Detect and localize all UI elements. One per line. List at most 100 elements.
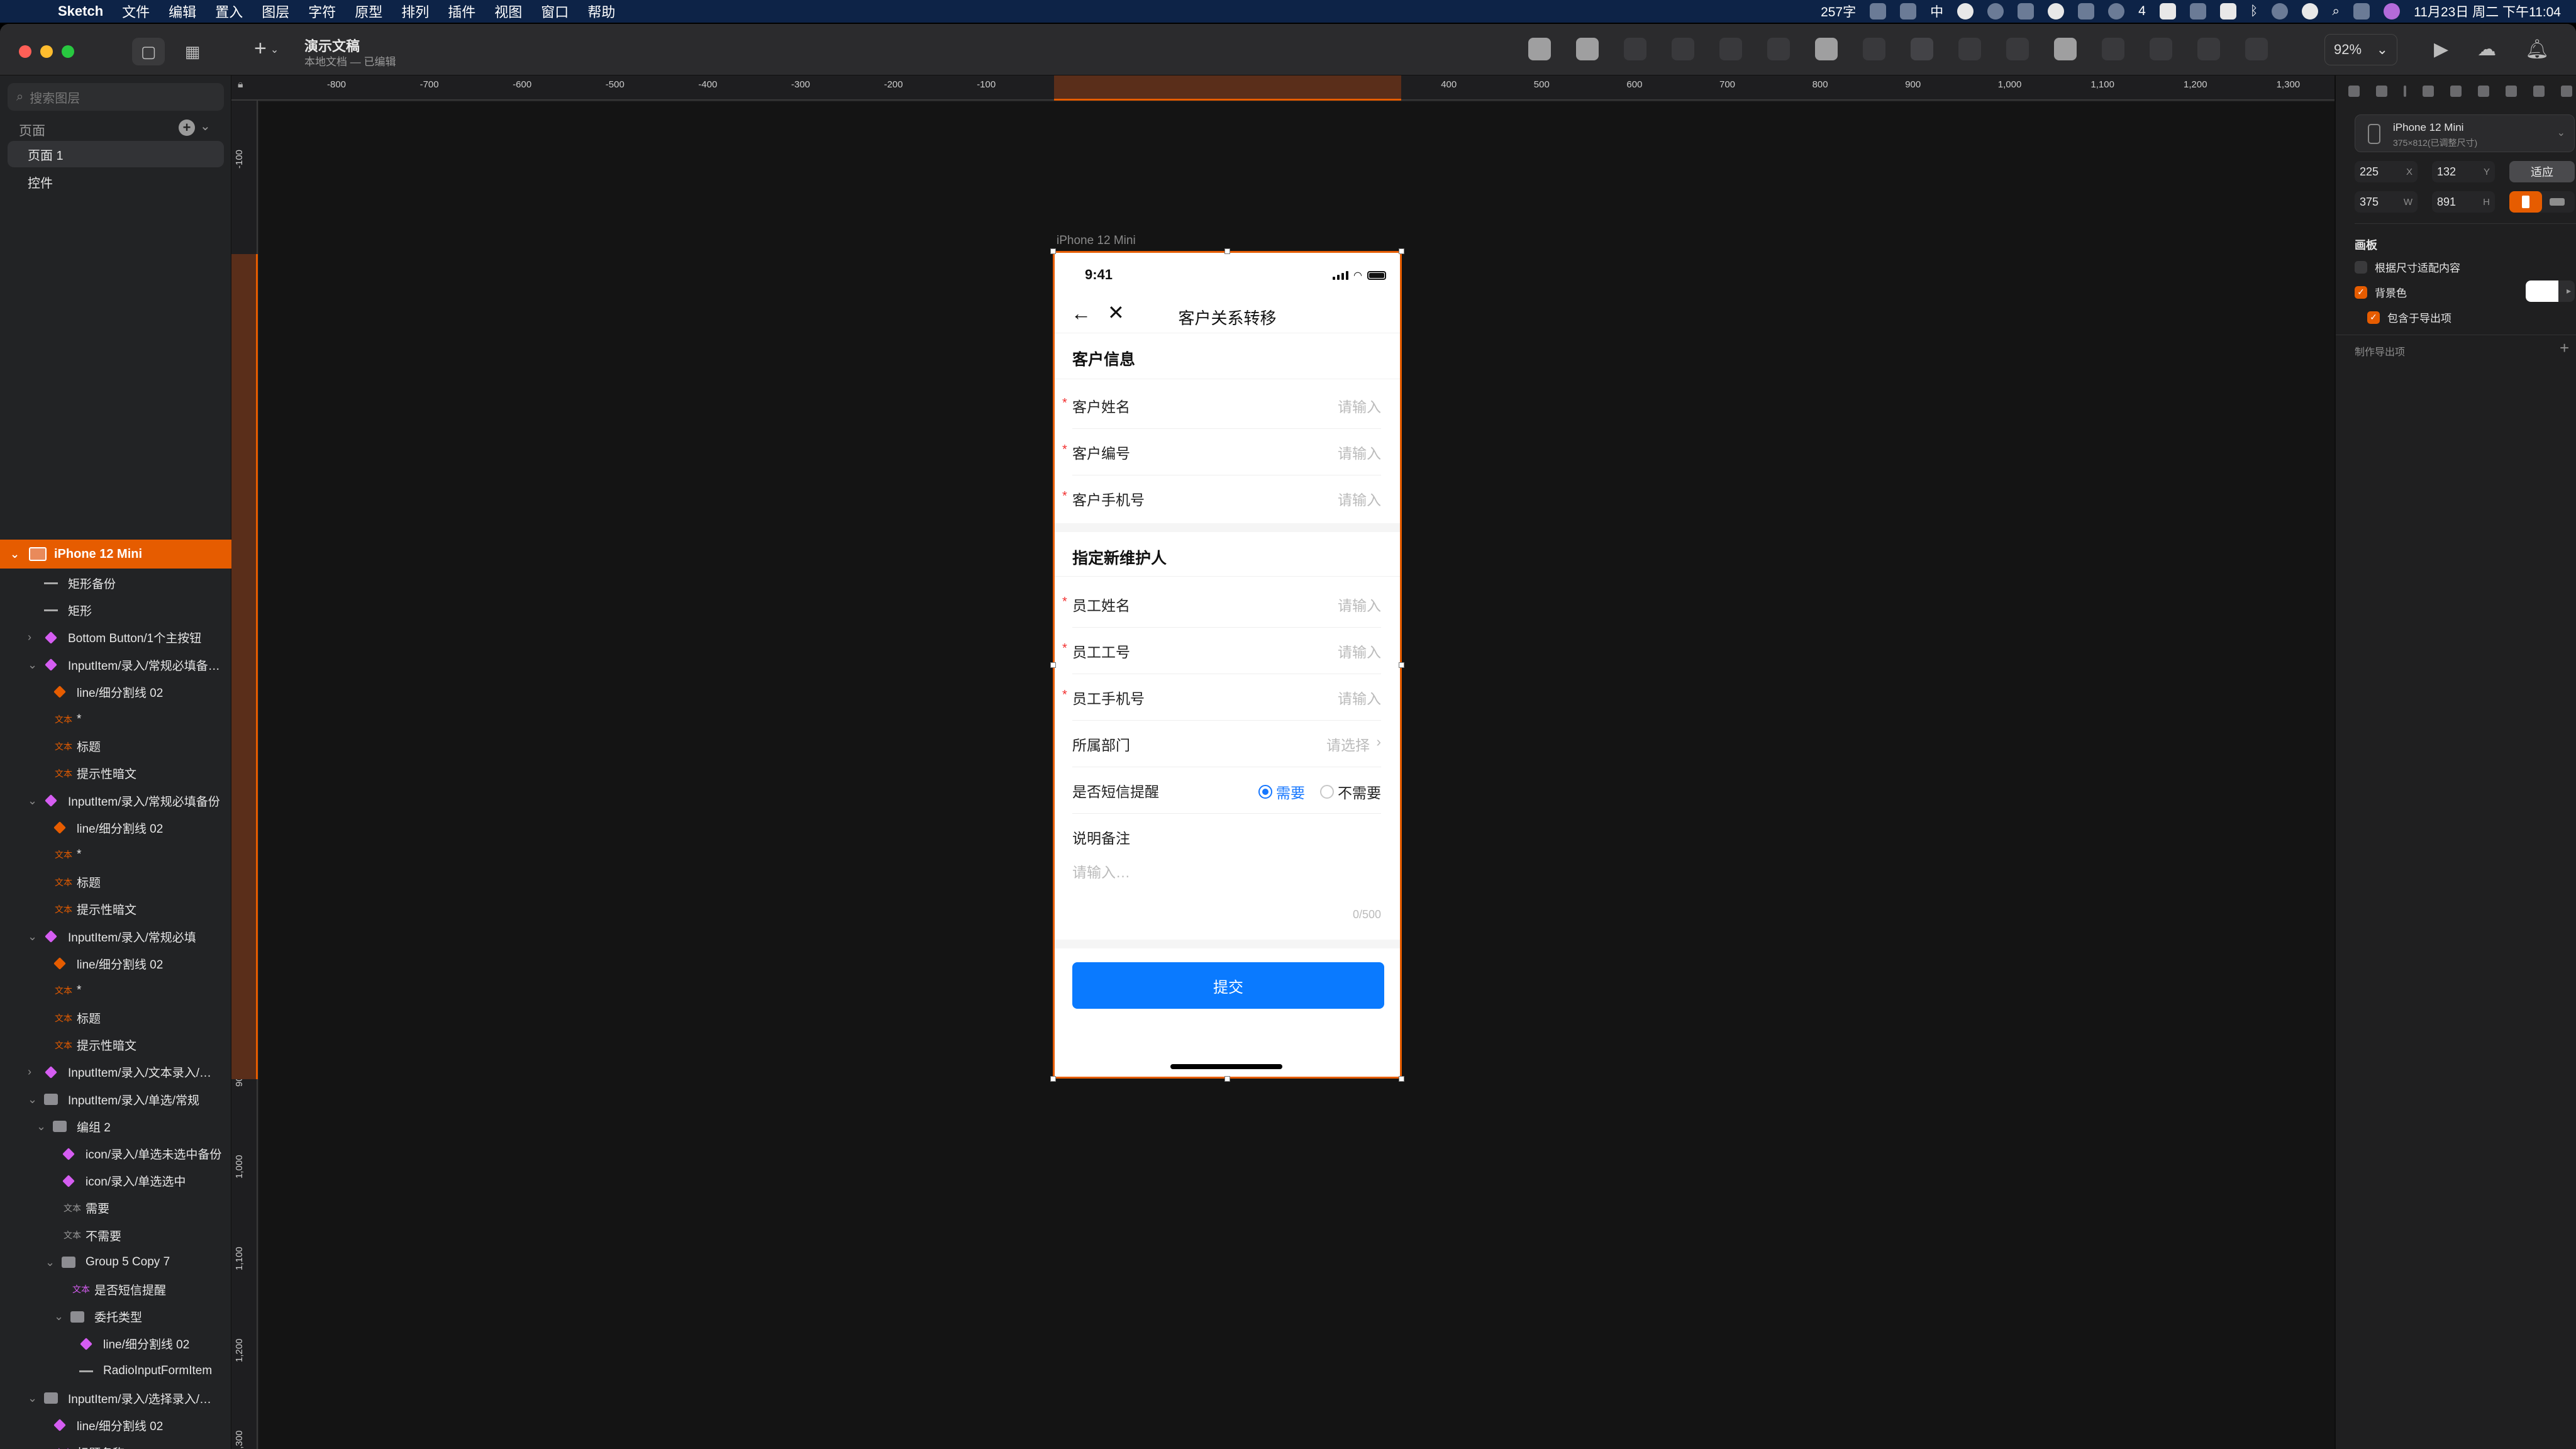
mask-icon[interactable] xyxy=(1767,38,1790,60)
layer-artboard-selected[interactable]: ⌄ iPhone 12 Mini xyxy=(0,540,231,569)
layer-item[interactable]: 文本 * xyxy=(0,706,231,733)
emoji-icon[interactable] xyxy=(1870,3,1887,19)
align-middle-icon[interactable] xyxy=(2533,86,2545,97)
page-item-controls[interactable]: 控件 xyxy=(8,169,224,195)
rotate-copies-icon[interactable] xyxy=(1815,38,1838,60)
chevron-down-icon[interactable]: ⌄ xyxy=(10,548,24,561)
intersect-icon[interactable] xyxy=(2197,38,2220,60)
align-right-icon[interactable] xyxy=(2478,86,2489,97)
background-color-checkbox[interactable]: ✓ 背景色 xyxy=(2355,284,2407,300)
distribute-horizontal-icon[interactable] xyxy=(2348,86,2360,97)
chevron-down-icon[interactable]: ⌄ xyxy=(45,1256,58,1269)
field-input[interactable]: 请输入 xyxy=(1338,687,1381,708)
zoom-select[interactable]: 92% ⌄ xyxy=(2324,34,2397,65)
layer-item[interactable]: ⌄ 编组 2 xyxy=(0,1113,231,1140)
layer-item[interactable]: 矩形备份 xyxy=(0,570,231,597)
radio-need[interactable]: 需要 xyxy=(1258,781,1305,802)
radio-no-need[interactable]: 不需要 xyxy=(1320,781,1381,802)
form-row-department[interactable]: 所属部门 请选择 › xyxy=(1055,721,1400,767)
form-row-customer-phone[interactable]: * 客户手机号 请输入 xyxy=(1055,475,1400,522)
layer-item[interactable]: 文本 * xyxy=(0,841,231,869)
resize-handle[interactable] xyxy=(1224,1076,1230,1082)
portrait-icon[interactable] xyxy=(2509,191,2542,213)
x-field[interactable]: 225 X xyxy=(2355,161,2418,182)
y-field[interactable]: 132 Y xyxy=(2432,161,2495,182)
components-view-icon[interactable]: ▦ xyxy=(176,38,209,65)
chevron-down-icon[interactable]: ⌄ xyxy=(36,1120,49,1133)
chevron-down-icon[interactable]: ⌄ xyxy=(28,1093,40,1106)
add-export-icon[interactable]: + xyxy=(2560,338,2569,358)
edit-icon[interactable] xyxy=(1528,38,1551,60)
layer-item[interactable]: icon/录入/单选选中 xyxy=(0,1167,231,1194)
chevron-down-icon[interactable]: ⌄ xyxy=(28,930,40,943)
layer-item[interactable]: line/细分割线 02 xyxy=(0,1412,231,1439)
grid-app-icon[interactable] xyxy=(2159,3,2176,19)
word-count[interactable]: 257字 xyxy=(1821,2,1856,21)
layer-item[interactable]: 文本 提示性暗文 xyxy=(0,760,231,787)
search-layers-input[interactable]: ⌕ 搜索图层 xyxy=(8,83,224,111)
resize-handle[interactable] xyxy=(1050,662,1056,668)
layer-item[interactable]: 文本 需要 xyxy=(0,1194,231,1221)
form-row-customer-id[interactable]: * 客户编号 请输入 xyxy=(1055,429,1400,475)
resize-handle[interactable] xyxy=(1399,1076,1404,1082)
microphone-icon[interactable] xyxy=(1900,3,1917,19)
height-field[interactable]: 891 H xyxy=(2432,191,2495,213)
create-symbol-icon[interactable] xyxy=(1576,38,1599,60)
zoom-window-button[interactable] xyxy=(62,45,74,58)
submit-button[interactable]: 提交 xyxy=(1072,962,1384,1009)
clock[interactable]: 11月23日 周二 下午11:04 xyxy=(2414,2,2561,21)
record-icon[interactable] xyxy=(1957,3,1974,19)
app-status-icon[interactable] xyxy=(2018,3,2035,19)
app-menu[interactable]: Sketch xyxy=(58,3,103,19)
page-item-1[interactable]: 页面 1 xyxy=(8,141,224,167)
field-input[interactable]: 请输入 xyxy=(1338,441,1381,463)
layers-view-icon[interactable]: ▢ xyxy=(132,38,165,65)
chevron-right-icon[interactable]: › xyxy=(28,1065,40,1079)
menu-window[interactable]: 窗口 xyxy=(541,1,569,21)
form-row-employee-phone[interactable]: * 员工手机号 请输入 xyxy=(1055,674,1400,721)
menu-prototype[interactable]: 原型 xyxy=(355,1,382,21)
chevron-down-icon[interactable]: ⌄ xyxy=(28,794,40,808)
menu-arrange[interactable]: 排列 xyxy=(401,1,429,21)
union-icon[interactable] xyxy=(2102,38,2124,60)
layer-item[interactable]: 矩形 xyxy=(0,597,231,624)
layer-item[interactable]: line/细分割线 02 xyxy=(0,814,231,841)
landscape-icon[interactable] xyxy=(2550,198,2565,206)
layer-item[interactable]: ⌄ InputItem/录入/常规必填 xyxy=(0,923,231,950)
menu-view[interactable]: 视图 xyxy=(494,1,522,21)
layer-item[interactable]: line/细分割线 02 xyxy=(0,950,231,977)
add-page-button[interactable]: + xyxy=(179,119,195,136)
width-field[interactable]: 375 W xyxy=(2355,191,2418,213)
wifi-icon[interactable] xyxy=(2272,3,2289,19)
frame-icon[interactable] xyxy=(1958,38,1981,60)
m-app-icon[interactable] xyxy=(2189,3,2206,19)
form-row-employee-name[interactable]: * 员工姓名 请输入 xyxy=(1055,581,1400,628)
menu-edit[interactable]: 编辑 xyxy=(169,1,196,21)
layer-item[interactable]: 文本 标题 xyxy=(0,1004,231,1031)
menu-help[interactable]: 帮助 xyxy=(587,1,615,21)
align-center-icon[interactable] xyxy=(2450,86,2462,97)
layer-item[interactable]: 文本 提示性暗文 xyxy=(0,1031,231,1058)
layer-item[interactable]: 文本标题名称 xyxy=(0,1439,231,1449)
chevron-down-icon[interactable]: ⌄ xyxy=(28,658,40,672)
layer-item[interactable]: ⌄ Group 5 Copy 7 xyxy=(0,1249,231,1276)
layer-item[interactable]: 文本 是否短信提醒 xyxy=(0,1276,231,1303)
resize-handle[interactable] xyxy=(1399,248,1404,254)
include-export-checkbox[interactable]: ✓ 包含于导出项 xyxy=(2367,309,2451,325)
creative-cloud-icon[interactable] xyxy=(1987,3,2004,19)
scissors-icon[interactable] xyxy=(1719,38,1742,60)
fit-content-checkbox[interactable]: 根据尺寸适配内容 xyxy=(2355,259,2460,275)
siri-icon[interactable] xyxy=(2384,3,2401,19)
layer-item[interactable]: ⌄ InputItem/录入/常规必填备份 xyxy=(0,787,231,814)
minimize-window-button[interactable] xyxy=(40,45,53,58)
difference-icon[interactable] xyxy=(2245,38,2268,60)
layer-item[interactable]: ⌄ 委托类型 xyxy=(0,1303,231,1330)
scale-icon[interactable] xyxy=(1911,38,1933,60)
align-top-icon[interactable] xyxy=(2506,86,2517,97)
field-input[interactable]: 请输入 xyxy=(1338,594,1381,615)
background-color-well[interactable]: ▸ xyxy=(2526,280,2575,302)
layer-item[interactable]: line/细分割线 02 xyxy=(0,679,231,706)
insert-button[interactable]: + ⌄ xyxy=(254,36,279,61)
field-input[interactable]: 请输入 xyxy=(1338,488,1381,509)
resize-handle[interactable] xyxy=(1050,248,1056,254)
